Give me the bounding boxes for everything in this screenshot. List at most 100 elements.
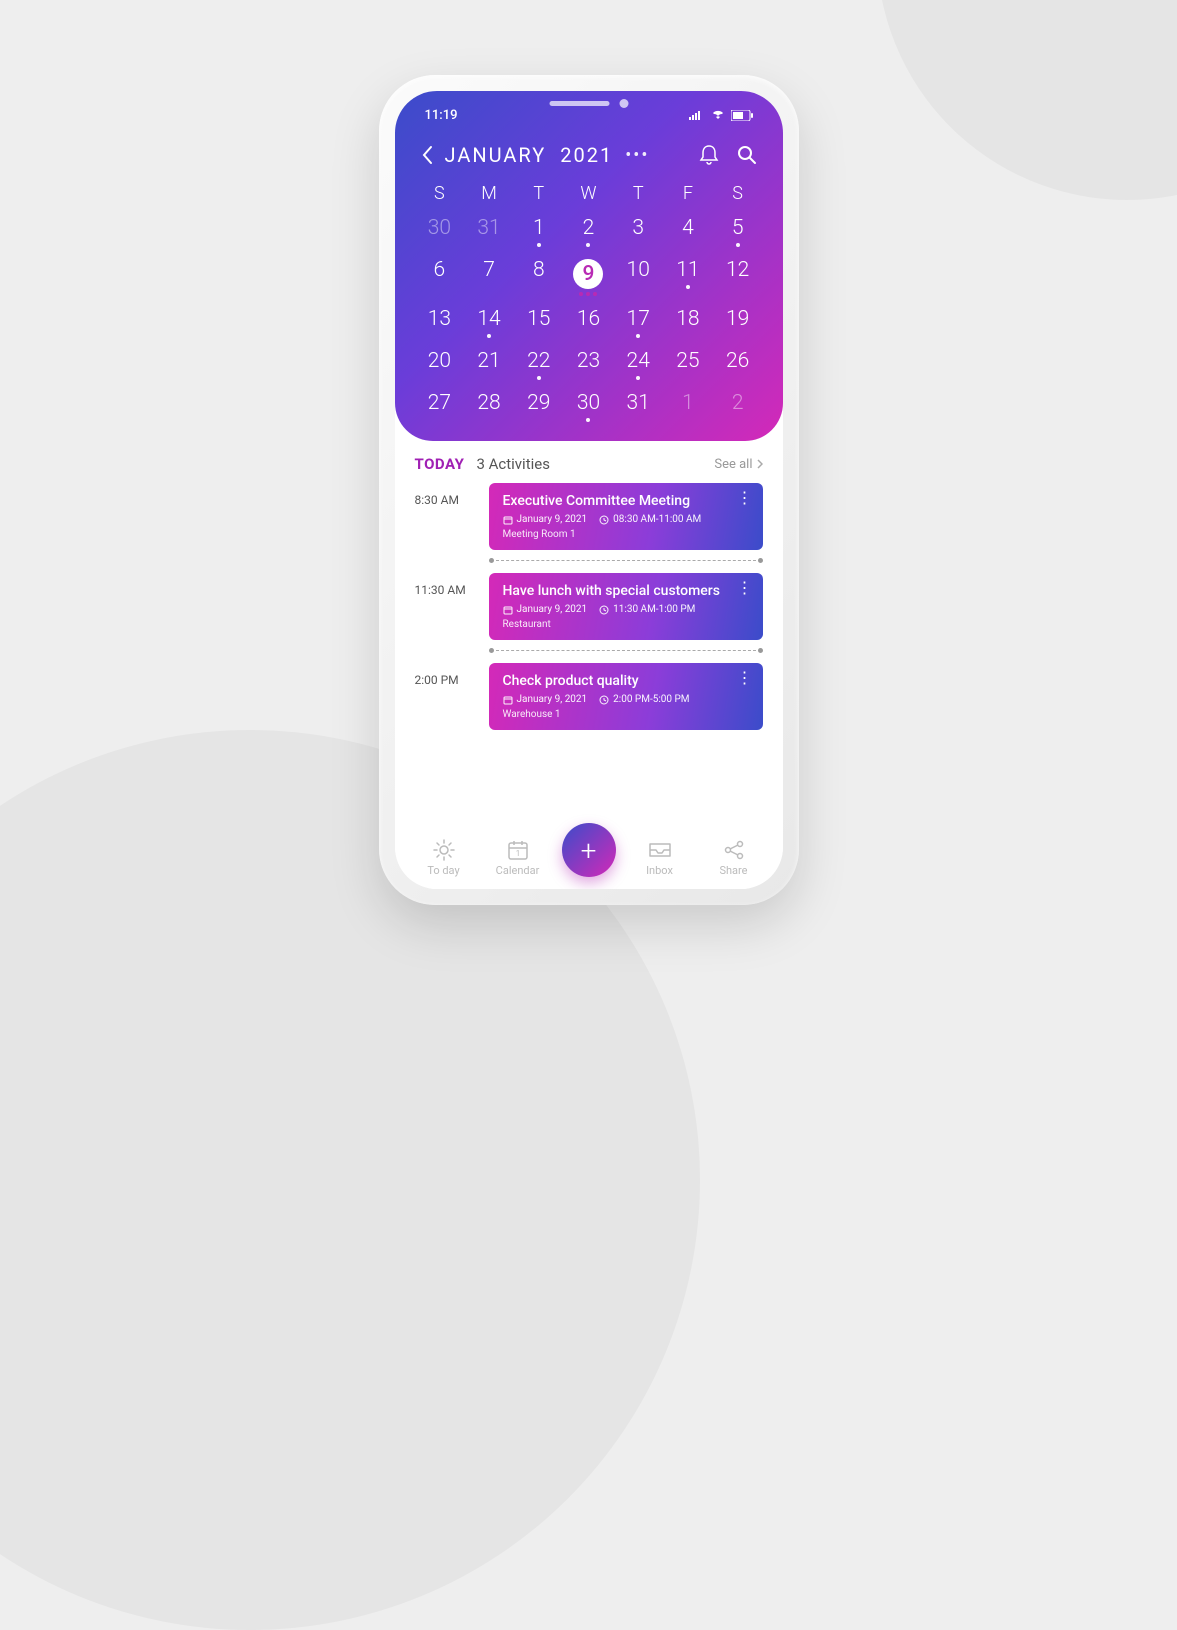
- calendar-header: 11:19 JANUARY: [395, 91, 783, 441]
- nav-inbox[interactable]: Inbox: [630, 839, 690, 877]
- weekday-label: S: [713, 183, 763, 204]
- svg-text:1: 1: [515, 849, 520, 858]
- activities-section: TODAY 3 Activities See all 8:30 AM Execut…: [395, 441, 783, 730]
- calendar-day[interactable]: 16: [564, 301, 614, 341]
- today-label: TODAY: [415, 455, 465, 473]
- activity-divider: [489, 648, 763, 653]
- calendar-day[interactable]: 23: [564, 343, 614, 383]
- clock-icon: 2:00 PM-5:00 PM: [599, 694, 689, 705]
- card-menu-button[interactable]: ⋮: [737, 585, 753, 591]
- calendar-day[interactable]: 31: [613, 385, 663, 425]
- activity-range: 2:00 PM-5:00 PM: [613, 694, 689, 705]
- activity-range: 11:30 AM-1:00 PM: [613, 604, 695, 615]
- activity-time: 2:00 PM: [415, 663, 475, 687]
- calendar-day[interactable]: 9: [564, 252, 614, 299]
- calendar-day[interactable]: 30: [564, 385, 614, 425]
- calendar-day[interactable]: 2: [713, 385, 763, 425]
- battery-icon: [731, 110, 753, 121]
- search-icon[interactable]: [737, 145, 757, 165]
- activity-location: Restaurant: [503, 619, 733, 630]
- activity-divider: [489, 558, 763, 563]
- card-menu-button[interactable]: ⋮: [737, 675, 753, 681]
- calendar-day[interactable]: 11: [663, 252, 713, 299]
- calendar-day[interactable]: 14: [464, 301, 514, 341]
- calendar-day[interactable]: 20: [415, 343, 465, 383]
- status-time: 11:19: [425, 108, 458, 123]
- calendar-small-icon: January 9, 2021: [503, 514, 588, 525]
- nav-today-label: To day: [427, 864, 459, 877]
- calendar-day[interactable]: 19: [713, 301, 763, 341]
- activity-card[interactable]: Executive Committee Meeting January 9, 20…: [489, 483, 763, 550]
- activity-location: Warehouse 1: [503, 709, 733, 720]
- calendar-day[interactable]: 28: [464, 385, 514, 425]
- activity-row: 2:00 PM Check product quality January 9, 2…: [415, 663, 763, 730]
- clock-icon: 08:30 AM-11:00 AM: [599, 514, 701, 525]
- back-button[interactable]: [421, 145, 433, 165]
- weekday-label: T: [613, 183, 663, 204]
- nav-calendar-label: Calendar: [496, 864, 540, 877]
- calendar-day[interactable]: 30: [415, 210, 465, 250]
- calendar-small-icon: January 9, 2021: [503, 604, 588, 615]
- calendar-day[interactable]: 18: [663, 301, 713, 341]
- activity-date: January 9, 2021: [517, 514, 588, 525]
- calendar-day[interactable]: 5: [713, 210, 763, 250]
- fab-add-button[interactable]: +: [562, 823, 616, 877]
- bell-icon[interactable]: [699, 144, 719, 166]
- screen: 11:19 JANUARY: [395, 91, 783, 889]
- calendar-day[interactable]: 26: [713, 343, 763, 383]
- calendar-day[interactable]: 17: [613, 301, 663, 341]
- card-menu-button[interactable]: ⋮: [737, 495, 753, 501]
- wifi-icon: [711, 110, 725, 120]
- calendar-day[interactable]: 29: [514, 385, 564, 425]
- activity-range: 08:30 AM-11:00 AM: [613, 514, 701, 525]
- calendar-day[interactable]: 7: [464, 252, 514, 299]
- calendar-day[interactable]: 1: [663, 385, 713, 425]
- activity-card[interactable]: Have lunch with special customers January…: [489, 573, 763, 640]
- inbox-icon: [648, 839, 672, 861]
- phone-frame: 11:19 JANUARY: [379, 75, 799, 905]
- status-bar: 11:19: [415, 105, 763, 125]
- calendar-small-icon: January 9, 2021: [503, 694, 588, 705]
- see-all-link[interactable]: See all: [714, 457, 762, 472]
- calendar-day[interactable]: 3: [613, 210, 663, 250]
- calendar-day[interactable]: 27: [415, 385, 465, 425]
- activity-date: January 9, 2021: [517, 694, 588, 705]
- weekday-label: M: [464, 183, 514, 204]
- calendar-day[interactable]: 24: [613, 343, 663, 383]
- activity-date: January 9, 2021: [517, 604, 588, 615]
- nav-calendar[interactable]: 1 Calendar: [488, 839, 548, 877]
- weekday-label: W: [564, 183, 614, 204]
- activity-title: Have lunch with special customers: [503, 583, 733, 599]
- nav-today[interactable]: To day: [414, 839, 474, 877]
- calendar-day[interactable]: 1: [514, 210, 564, 250]
- activity-row: 8:30 AM Executive Committee Meeting Januar…: [415, 483, 763, 550]
- calendar-day[interactable]: 22: [514, 343, 564, 383]
- calendar-day[interactable]: 2: [564, 210, 614, 250]
- sun-icon: [433, 839, 455, 861]
- activity-card[interactable]: Check product quality January 9, 2021 2:00…: [489, 663, 763, 730]
- calendar-day[interactable]: 21: [464, 343, 514, 383]
- activity-count: 3 Activities: [476, 455, 550, 473]
- bottom-nav: To day 1 Calendar + Inbox Share: [395, 829, 783, 889]
- weekday-label: S: [415, 183, 465, 204]
- calendar-icon: 1: [507, 839, 529, 861]
- share-icon: [723, 839, 745, 861]
- calendar-day[interactable]: 10: [613, 252, 663, 299]
- activity-title: Check product quality: [503, 673, 733, 689]
- calendar-day[interactable]: 6: [415, 252, 465, 299]
- activity-title: Executive Committee Meeting: [503, 493, 733, 509]
- activity-time: 8:30 AM: [415, 483, 475, 507]
- nav-share[interactable]: Share: [704, 839, 764, 877]
- calendar-day[interactable]: 8: [514, 252, 564, 299]
- month-menu-button[interactable]: •••: [625, 145, 649, 166]
- calendar-day[interactable]: 25: [663, 343, 713, 383]
- clock-icon: 11:30 AM-1:00 PM: [599, 604, 695, 615]
- month-title[interactable]: JANUARY 2021: [445, 143, 614, 167]
- calendar-day[interactable]: 12: [713, 252, 763, 299]
- activity-location: Meeting Room 1: [503, 529, 733, 540]
- weekday-label: T: [514, 183, 564, 204]
- calendar-day[interactable]: 4: [663, 210, 713, 250]
- calendar-day[interactable]: 13: [415, 301, 465, 341]
- calendar-day[interactable]: 15: [514, 301, 564, 341]
- calendar-day[interactable]: 31: [464, 210, 514, 250]
